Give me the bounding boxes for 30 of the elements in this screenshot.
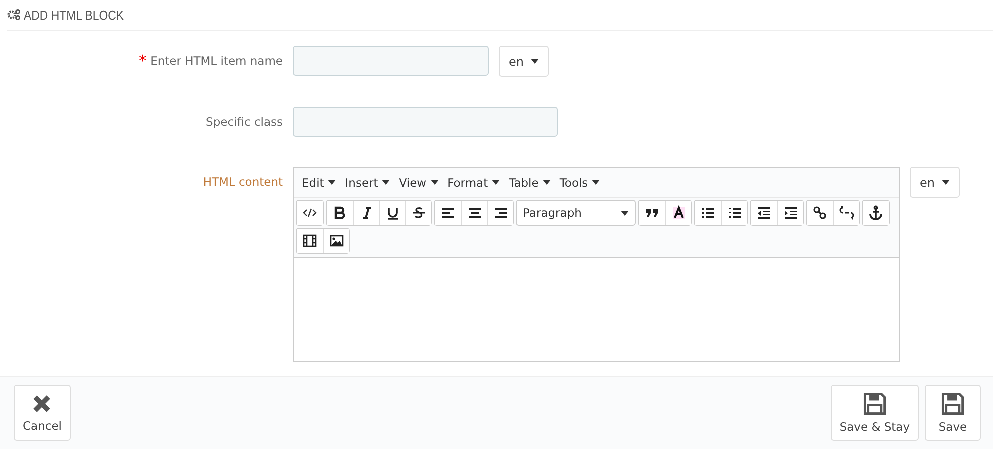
panel-title: ADD HTML BLOCK (24, 8, 124, 22)
field-label: Specific class (206, 115, 283, 129)
language-dropdown[interactable]: en (499, 46, 549, 77)
anchor-icon[interactable] (863, 201, 889, 225)
input-field[interactable] (293, 46, 489, 76)
ol-icon[interactable] (721, 201, 747, 225)
save-button[interactable]: Save & Stay (830, 385, 919, 441)
required-mark: * (139, 54, 147, 68)
right-icon[interactable] (487, 201, 513, 225)
menu-item[interactable]: Edit (298, 176, 340, 190)
gears-icon (7, 9, 21, 21)
menu-item[interactable]: Insert (341, 176, 394, 190)
close-icon (31, 393, 54, 415)
unlink-icon[interactable] (833, 201, 859, 225)
input-field[interactable] (293, 107, 558, 137)
menu-item[interactable]: Table (505, 176, 555, 190)
cancel-button[interactable]: Cancel (14, 385, 71, 441)
image-icon[interactable] (323, 229, 349, 253)
strike-icon[interactable] (405, 201, 431, 225)
field-label: HTML content (203, 175, 283, 189)
save-button[interactable]: Save (925, 385, 981, 441)
menu-item[interactable]: View (395, 176, 443, 190)
language-dropdown[interactable]: en (910, 167, 960, 198)
format-dropdown[interactable]: Paragraph (516, 200, 636, 226)
code-icon[interactable] (297, 201, 323, 225)
field-label: Enter HTML item name (150, 54, 283, 68)
menu-item[interactable]: Format (444, 176, 504, 190)
indent-icon[interactable] (777, 201, 803, 225)
color-icon[interactable] (665, 201, 691, 225)
menu-item[interactable]: Tools (556, 176, 604, 190)
